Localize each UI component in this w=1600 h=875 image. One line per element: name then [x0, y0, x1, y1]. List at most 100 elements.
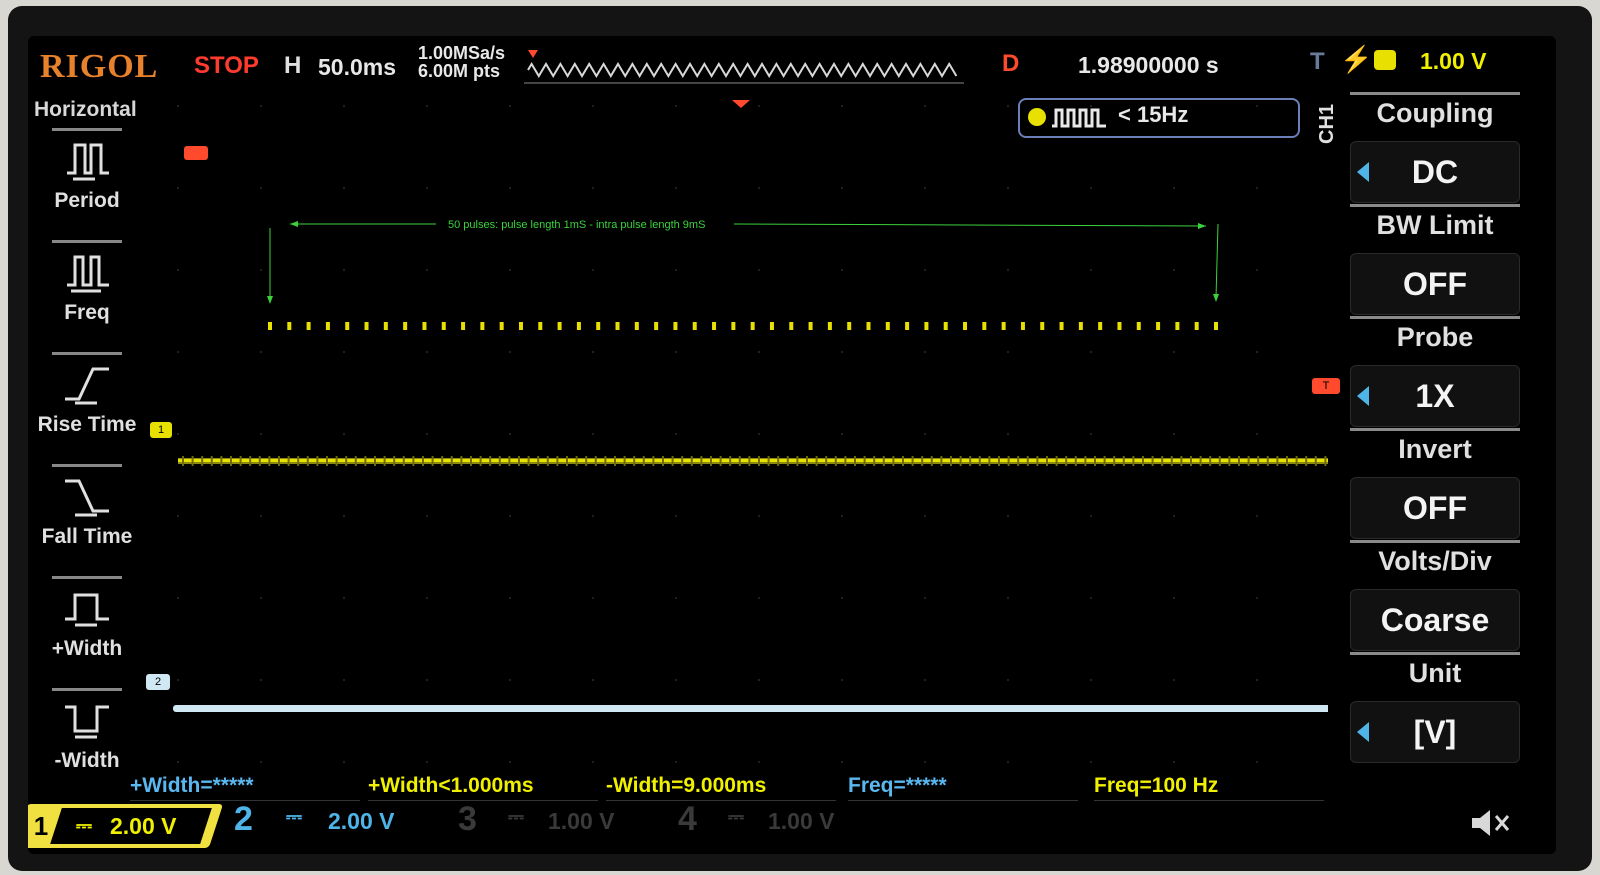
menu-title: Horizontal [34, 98, 137, 121]
menu-volts-div[interactable]: Volts/Div Coarse [1350, 540, 1520, 651]
ch1-tick [258, 456, 261, 466]
grid-dot [1256, 269, 1258, 271]
grid-dot [758, 761, 760, 763]
ch1-tick [623, 456, 626, 466]
acquisition-info: 1.00MSa/s 6.00M pts [418, 44, 505, 80]
menu-option-value[interactable]: DC [1350, 141, 1520, 203]
rise-time-icon [65, 367, 109, 405]
ch1-tick [412, 456, 415, 466]
menu-option-value[interactable]: 1X [1350, 365, 1520, 427]
grid-dot [592, 679, 594, 681]
grid-dot [841, 351, 843, 353]
pulse-dot [615, 322, 620, 330]
menu-option-title: Volts/Div [1350, 540, 1520, 579]
grid-dot [758, 187, 760, 189]
ch1-tick [1218, 456, 1221, 466]
grid-dot [509, 433, 511, 435]
ch2-marker[interactable]: 2 [146, 674, 170, 690]
ch3-scale: 1.00 V [548, 808, 615, 834]
pulse-dot [905, 322, 910, 330]
ch1-tick [1314, 456, 1317, 466]
ch1-tick [297, 456, 300, 466]
waveform-area: 50 pulses: pulse length 1mS - intra puls… [173, 100, 1328, 763]
measurement-item: +Width=***** [130, 772, 360, 801]
grid-dot [260, 597, 262, 599]
trigger-source-icon [1374, 50, 1396, 70]
ch1-tick [326, 456, 328, 466]
ch1-tick [1094, 456, 1096, 466]
pulse-dot [866, 322, 871, 330]
grid-dot [675, 269, 677, 271]
ch1-tick [892, 456, 895, 466]
menu-coupling[interactable]: Coupling DC [1350, 92, 1520, 203]
menu-bw-limit[interactable]: BW Limit OFF [1350, 204, 1520, 315]
pulse-dot [769, 322, 774, 330]
ch1-tick [287, 456, 290, 466]
graticule [177, 105, 1258, 763]
ch1-tick [1180, 456, 1183, 466]
pulse-dot [1194, 322, 1199, 330]
grid-dot [343, 597, 345, 599]
menu-unit[interactable]: Unit [V] [1350, 652, 1520, 763]
grid-dot [1256, 679, 1258, 681]
ch1-tick [1007, 456, 1010, 466]
ch1-tick [1170, 456, 1173, 466]
pulse-dot [924, 322, 929, 330]
mute-icon[interactable] [1468, 806, 1512, 840]
annotation-arrows [267, 221, 1219, 304]
grid-dot [675, 761, 677, 763]
grid-dot [1007, 761, 1009, 763]
menu-option-title: BW Limit [1350, 204, 1520, 243]
memory-overview [524, 46, 964, 84]
ch1-tick [249, 456, 252, 466]
ch1-marker[interactable]: 1 [150, 422, 172, 438]
menu-option-value[interactable]: [V] [1350, 701, 1520, 763]
ch1-tick [988, 456, 991, 466]
menu-option-value[interactable]: OFF [1350, 253, 1520, 315]
ch1-badge[interactable]: 1 ⎓ 2.00 V [28, 804, 224, 848]
ch1-tick [1132, 456, 1135, 466]
grid-dot [1173, 761, 1175, 763]
select-arrow-icon [1357, 386, 1369, 406]
trigger-level: 1.00 V [1420, 48, 1487, 74]
menu-option-value-text: 1X [1415, 378, 1455, 414]
ch1-tick [527, 456, 530, 466]
menu-invert[interactable]: Invert OFF [1350, 428, 1520, 539]
ch4-number[interactable]: 4 [678, 800, 697, 839]
pulse-dot [1020, 322, 1025, 330]
ch1-tick [354, 456, 357, 466]
grid-dot [592, 351, 594, 353]
negative-width-icon [65, 705, 109, 739]
grid-dot [509, 269, 511, 271]
ch2-number[interactable]: 2 [234, 800, 253, 839]
pulse-dot [364, 322, 369, 330]
grid-dot [260, 105, 262, 107]
grid-dot [1256, 351, 1258, 353]
run-state[interactable]: STOP [194, 52, 259, 80]
ch1-tick [239, 456, 242, 466]
pulse-dot [731, 322, 736, 330]
grid-dot [924, 515, 926, 517]
menu-option-value[interactable]: OFF [1350, 477, 1520, 539]
menu-option-value[interactable]: Coarse [1350, 589, 1520, 651]
ch1-tick [470, 456, 472, 466]
ch3-number[interactable]: 3 [458, 800, 477, 839]
menu-probe[interactable]: Probe 1X [1350, 316, 1520, 427]
ch1-tick [854, 456, 856, 466]
ch1-tick [738, 456, 741, 466]
pulse-dot [325, 322, 330, 330]
ch1-tick [402, 456, 405, 466]
ch1-tick [873, 456, 876, 466]
grid-dot [758, 679, 760, 681]
grid-dot [841, 433, 843, 435]
ch1-tick [383, 456, 386, 466]
grid-dot [1173, 269, 1175, 271]
pulse-dots [268, 322, 1218, 330]
menu-option-value-text: DC [1411, 154, 1459, 190]
grid-dot [592, 515, 594, 517]
memory-trigger-marker [528, 50, 538, 58]
trigger-level-marker[interactable]: T [1312, 378, 1340, 394]
ch1-tick [345, 456, 348, 466]
pulse-dot [1001, 322, 1006, 330]
ch1-tick [594, 456, 597, 466]
